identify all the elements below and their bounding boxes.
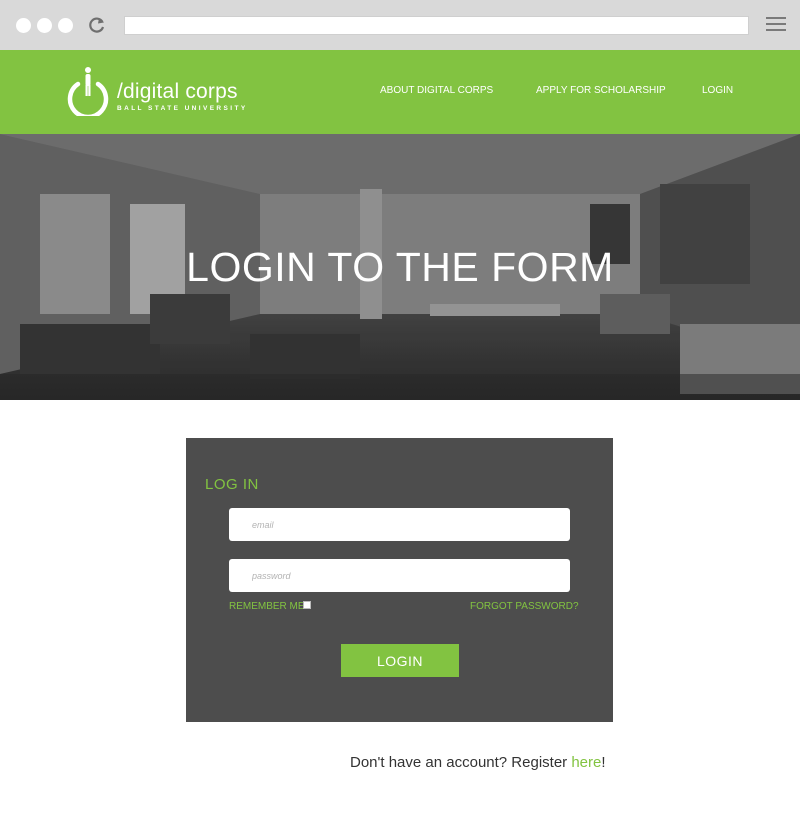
remember-me-label: REMEMBER ME bbox=[229, 601, 305, 612]
forgot-password-link[interactable]: FORGOT PASSWORD? bbox=[470, 601, 579, 612]
register-prefix: Don't have an account? Register bbox=[350, 754, 572, 771]
browser-toolbar bbox=[0, 0, 800, 50]
password-field[interactable] bbox=[229, 559, 570, 592]
hamburger-menu-icon[interactable] bbox=[766, 17, 786, 33]
hero-banner: LOGIN TO THE FORM bbox=[0, 134, 800, 400]
nav-apply-scholarship[interactable]: APPLY FOR SCHOLARSHIP bbox=[536, 85, 666, 96]
address-bar[interactable] bbox=[124, 16, 749, 35]
reload-icon[interactable] bbox=[87, 15, 107, 35]
window-close-dot[interactable] bbox=[16, 18, 31, 33]
register-link[interactable]: here bbox=[571, 754, 601, 771]
register-suffix: ! bbox=[601, 754, 606, 771]
nav-login[interactable]: LOGIN bbox=[702, 85, 733, 96]
site-header: /digital corps BALL STATE UNIVERSITY ABO… bbox=[0, 50, 800, 134]
power-person-icon[interactable] bbox=[66, 66, 110, 116]
logo-subtitle: BALL STATE UNIVERSITY bbox=[117, 105, 248, 112]
remember-me-checkbox[interactable] bbox=[303, 601, 311, 609]
email-field[interactable] bbox=[229, 508, 570, 541]
hero-title: LOGIN TO THE FORM bbox=[186, 244, 614, 290]
login-button[interactable]: LOGIN bbox=[341, 644, 459, 677]
login-panel: LOG IN REMEMBER ME FORGOT PASSWORD? LOGI… bbox=[186, 438, 613, 722]
register-prompt: Don't have an account? Register here! bbox=[350, 754, 606, 771]
logo-title[interactable]: /digital corps bbox=[117, 80, 238, 104]
login-heading: LOG IN bbox=[205, 476, 259, 493]
window-maximize-dot[interactable] bbox=[58, 18, 73, 33]
nav-about[interactable]: ABOUT DIGITAL CORPS bbox=[380, 85, 493, 96]
window-minimize-dot[interactable] bbox=[37, 18, 52, 33]
